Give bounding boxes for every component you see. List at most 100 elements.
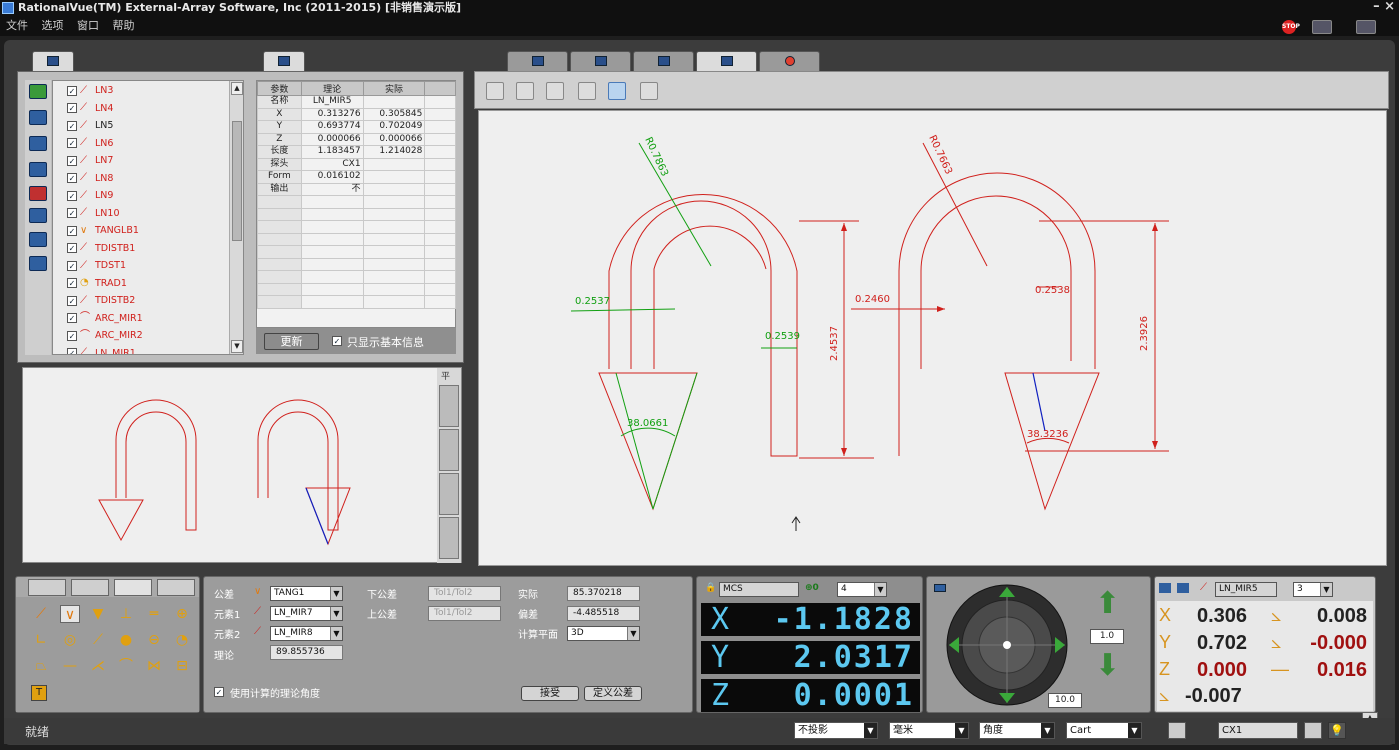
angle-unit-select[interactable]: 角度 ▼ [979, 722, 1055, 739]
element2-select[interactable]: LN_MIR8 ▼ [270, 626, 343, 641]
params-row[interactable] [257, 245, 456, 259]
params-row[interactable] [257, 257, 456, 271]
feature-list-item[interactable]: ✓ ⌒ ARC_MIR1 [67, 310, 227, 328]
dim-left-angle[interactable]: 38.0661 [627, 418, 668, 429]
list-view-icon[interactable] [29, 110, 47, 125]
params-row[interactable]: X 0.313276 0.305845 [257, 107, 456, 121]
feature-checkbox[interactable]: ✓ [67, 348, 77, 354]
feature-list-item[interactable]: ✓ ⟋ TDISTB1 [67, 240, 227, 258]
probe-field[interactable]: CX1 [1218, 722, 1298, 739]
feature-list-scrollbar[interactable]: ▲ ▼ [229, 81, 243, 354]
lock-icon[interactable]: 🔒 [705, 583, 716, 593]
slot-tool-icon[interactable]: ⊖ [144, 631, 164, 649]
tab-construct-tools[interactable] [114, 579, 152, 596]
joystick-step-field[interactable]: 10.0 [1048, 693, 1082, 708]
probe-settings-icon[interactable] [1304, 722, 1322, 739]
feature-checkbox[interactable]: ✓ [67, 313, 77, 323]
projection-select[interactable]: 不投影 ▼ [794, 722, 878, 739]
intersect-tool-icon[interactable]: ⊕ [172, 605, 192, 623]
tab-features[interactable] [32, 51, 74, 71]
graphics-canvas[interactable]: 0.2537 0.2539 38.0661 R0.7863 2.4537 0.2… [478, 110, 1387, 566]
circle-tool-icon[interactable]: ● [116, 631, 136, 649]
probe-status-icon[interactable] [1168, 722, 1186, 739]
mirror-tool-icon[interactable]: ⋈ [144, 657, 164, 675]
params-row[interactable]: 名称 LN_MIR5 [257, 95, 456, 109]
z-down-arrow-icon[interactable]: ⬇ [1095, 647, 1120, 685]
plane-select[interactable]: 3D ▼ [567, 626, 640, 641]
feature-list-item[interactable]: ✓ ⟋ LN_MIR1 [67, 345, 227, 354]
export-view-icon[interactable] [640, 82, 658, 100]
results-list-icon[interactable] [1177, 583, 1189, 593]
menu-window[interactable]: 窗口 [77, 16, 99, 36]
triangle-tool-icon[interactable]: ▼ [88, 605, 108, 623]
zoom-fit-icon[interactable] [486, 82, 504, 100]
coord-system-field[interactable]: MCS [719, 582, 799, 597]
dimension-mode-icon[interactable] [608, 82, 626, 100]
feature-list-item[interactable]: ✓ ⟋ TDST1 [67, 257, 227, 275]
feature-checkbox[interactable]: ✓ [67, 190, 77, 201]
scroll-down-icon[interactable]: ▼ [231, 340, 243, 353]
feature-list-item[interactable]: ✓ ⟋ LN6 [67, 135, 227, 153]
mini-camera-icon[interactable] [439, 429, 459, 471]
feature-checkbox[interactable]: ✓ [67, 173, 77, 183]
curve-tool-icon[interactable]: ⌒ [116, 657, 136, 675]
parallel-tool-icon[interactable]: ═ [144, 605, 164, 623]
results-image-icon[interactable] [1159, 583, 1171, 593]
line-tool-icon[interactable]: ⟋ [88, 631, 108, 649]
feature-checkbox[interactable]: ✓ [67, 278, 77, 288]
lower-tol-field[interactable]: Tol1/Tol2 [428, 586, 501, 601]
feature-list-item[interactable]: ✓ ⟋ LN4 [67, 100, 227, 118]
stop-icon[interactable]: STOP [1282, 20, 1300, 34]
use-theory-checkbox[interactable]: ✓ [214, 687, 224, 697]
feature-list-item[interactable]: ✓ ⟋ LN9 [67, 187, 227, 205]
load-view-icon[interactable] [578, 82, 596, 100]
concentric-tool-icon[interactable]: ◎ [60, 631, 80, 649]
measure-icon[interactable] [29, 208, 47, 223]
sort-icon[interactable] [29, 136, 47, 151]
dim-right-height[interactable]: 2.3926 [1139, 316, 1150, 351]
feature-checkbox[interactable]: ✓ [67, 295, 77, 306]
tab-align-tools[interactable] [71, 579, 109, 596]
feature-checkbox[interactable]: ✓ [67, 330, 77, 341]
tab-probe-tools[interactable] [157, 579, 195, 596]
window-controls[interactable]: – × [1373, 0, 1395, 14]
accept-button[interactable]: 接受 [521, 686, 579, 701]
save-view-icon[interactable] [546, 82, 564, 100]
feature-checkbox[interactable]: ✓ [67, 138, 77, 148]
feature-checkbox[interactable]: ✓ [67, 155, 77, 166]
feature-list-item[interactable]: ✓ ⟋ LN10 [67, 205, 227, 223]
params-row[interactable]: 长度 1.183457 1.214028 [257, 145, 456, 159]
feature-list-item[interactable]: ✓ ∨ TANGLB1 [67, 222, 227, 240]
params-row[interactable]: Z 0.000066 0.000066 [257, 132, 456, 146]
dim-left-width[interactable]: 0.2537 [575, 296, 610, 307]
params-row[interactable] [257, 195, 456, 209]
unit-select[interactable]: 毫米 ▼ [889, 722, 969, 739]
mini-align-icon[interactable] [439, 473, 459, 515]
dash-tool-icon[interactable]: — [60, 657, 80, 675]
select-all-icon[interactable] [29, 84, 47, 99]
dim-left-height[interactable]: 2.4537 [829, 326, 840, 361]
menu-options[interactable]: 选项 [42, 16, 64, 36]
dim-right-angle[interactable]: 38.3236 [1027, 429, 1068, 440]
tab-probe-view[interactable] [507, 51, 568, 71]
joystick-speed-field[interactable]: 1.0 [1090, 629, 1124, 644]
export-icon[interactable] [29, 256, 47, 271]
home-icon[interactable] [1312, 20, 1332, 34]
zoom-window-icon[interactable] [516, 82, 534, 100]
text-tool-icon[interactable]: T [31, 685, 47, 701]
zero-axes-icon[interactable]: ⊕0 [805, 583, 819, 593]
params-row[interactable]: Form 0.016102 [257, 170, 456, 184]
light-bulb-icon[interactable]: 💡 [1328, 722, 1346, 739]
params-row[interactable]: Y 0.693774 0.702049 [257, 120, 456, 134]
machine-icon[interactable] [1356, 20, 1376, 34]
trapezoid-tool-icon[interactable]: ⏢ [31, 657, 51, 675]
params-row[interactable] [257, 220, 456, 234]
menu-file[interactable]: 文件 [6, 16, 28, 36]
params-row[interactable] [257, 270, 456, 284]
params-row[interactable] [257, 295, 456, 309]
joystick-wheel[interactable] [945, 583, 1069, 707]
menu-help[interactable]: 帮助 [113, 16, 135, 36]
box-tool-icon[interactable]: ⊟ [172, 657, 192, 675]
feature-checkbox[interactable]: ✓ [67, 120, 77, 131]
element1-select[interactable]: LN_MIR7 ▼ [270, 606, 343, 621]
